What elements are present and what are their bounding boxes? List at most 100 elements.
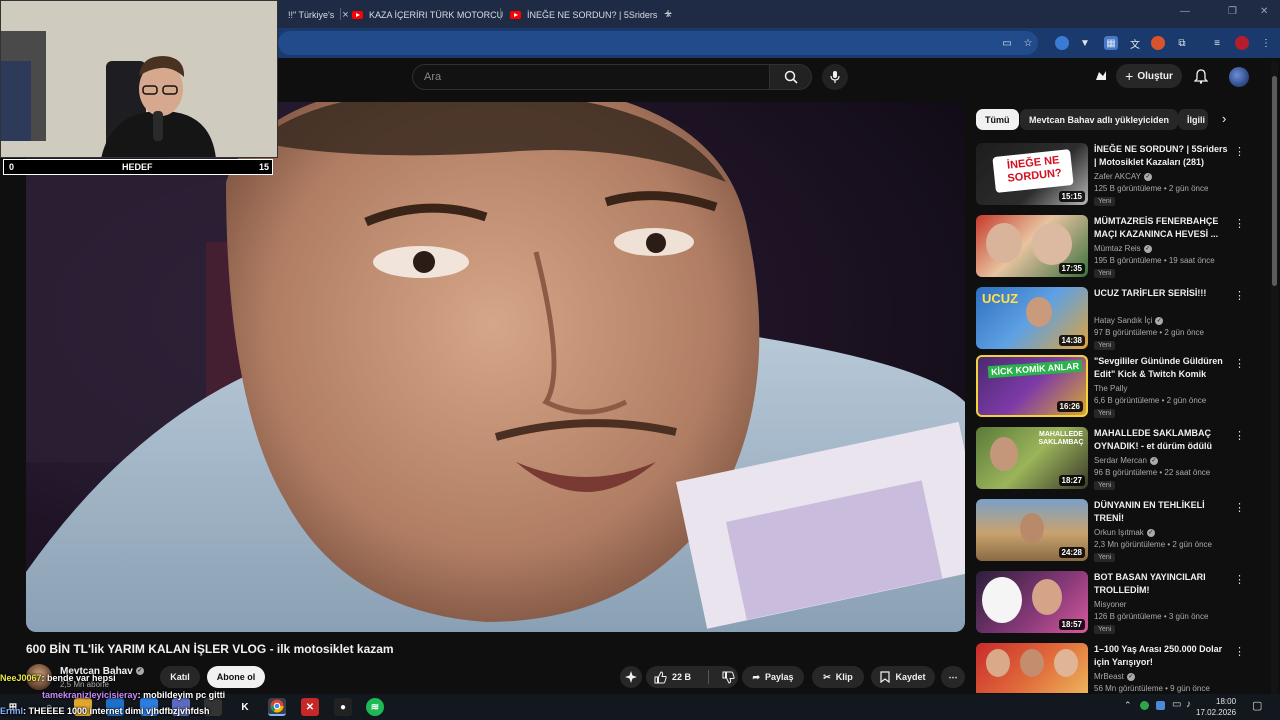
video-thumbnail[interactable]: 24:28 — [976, 499, 1088, 561]
video-thumbnail[interactable]: UCUZ 14:38 — [976, 287, 1088, 349]
browser-tab[interactable]: İNEĞE NE SORDUN? | 5Sriders × — [502, 4, 680, 26]
notification-center-icon[interactable]: ▢ — [1252, 699, 1262, 712]
youtube-favicon-icon — [352, 11, 363, 19]
tray-chevron-icon[interactable]: ⌃ — [1124, 700, 1132, 711]
close-window-button[interactable]: ✕ — [1260, 6, 1268, 17]
share-button[interactable]: ➦ Paylaş — [742, 666, 804, 688]
chip-all[interactable]: Tümü — [976, 109, 1019, 130]
chat-message: NeeJ0067: bende var hepsi — [0, 673, 116, 683]
video-thumbnail[interactable]: KİCK KOMİK ANLAR 16:26 — [976, 355, 1088, 417]
chat-text: : THEEEE 1000 internet dimi vjhdfbzjvhfd… — [23, 706, 210, 716]
profile-icon[interactable] — [1235, 36, 1249, 50]
video-thumbnail[interactable]: MAHALLEDE SAKLAMBAÇ 18:27 — [976, 427, 1088, 489]
channel-name[interactable]: Zafer AKCAY ✓ — [1094, 172, 1152, 181]
channel-name[interactable]: The Pally — [1094, 384, 1127, 393]
sparkle-icon — [625, 671, 637, 683]
menu-icon[interactable]: ⋮ — [1259, 36, 1273, 50]
channel-name[interactable]: Misyoner — [1094, 600, 1126, 609]
video-title[interactable]: MAHALLEDE SAKLAMBAÇ OYNADIK! - et dürüm … — [1094, 427, 1232, 453]
chevron-right-icon[interactable]: › — [1222, 111, 1226, 126]
maximize-button[interactable]: ❐ — [1228, 6, 1237, 17]
create-button[interactable]: + Oluştur — [1116, 64, 1182, 88]
video-title[interactable]: BOT BASAN YAYINCILARI TROLLEDİM! — [1094, 571, 1232, 597]
search-button[interactable] — [770, 64, 812, 90]
recommendation-item[interactable]: 1–100 Yaş Arası 250.000 Dolar için Yarış… — [976, 643, 1246, 693]
verified-icon: ✓ — [1143, 172, 1152, 181]
like-button[interactable]: 22 B — [654, 670, 691, 684]
browser-tab[interactable]: KAZA İÇERİRI TÜRK MOTORCU × — [344, 4, 526, 26]
clip-button[interactable]: ✂ Klip — [812, 666, 864, 688]
video-thumbnail[interactable] — [976, 643, 1088, 693]
extension-icon[interactable] — [1151, 36, 1165, 50]
kick-icon[interactable]: K — [236, 698, 254, 716]
bookmark-star-icon[interactable]: ☆ — [1021, 36, 1035, 50]
dislike-button[interactable] — [722, 671, 735, 684]
subscribe-button[interactable]: Abone ol — [207, 666, 265, 688]
spotify-icon[interactable]: ≋ — [366, 698, 384, 716]
media-icon[interactable]: ≡ — [1210, 36, 1224, 50]
channel-name[interactable]: Mümtaz Reis ✓ — [1094, 244, 1152, 253]
video-title[interactable]: 1–100 Yaş Arası 250.000 Dolar için Yarış… — [1094, 643, 1232, 669]
clock-time: 18:00 — [1216, 697, 1237, 706]
save-button[interactable]: Kaydet — [871, 666, 935, 688]
video-player[interactable] — [26, 102, 965, 632]
recommendation-item[interactable]: KİCK KOMİK ANLAR 16:26 "Sevgililer Günün… — [976, 355, 1246, 419]
recommendation-item[interactable]: MAHALLEDE SAKLAMBAÇ 18:27 MAHALLEDE SAKL… — [976, 427, 1246, 491]
video-thumbnail[interactable]: 18:57 — [976, 571, 1088, 633]
video-title[interactable]: DÜNYANIN EN TEHLİKELİ TRENİ! — [1094, 499, 1232, 525]
page-scrollbar[interactable] — [1271, 62, 1278, 702]
chip-from-uploader[interactable]: Mevtcan Bahav adlı yükleyiciden — [1020, 109, 1179, 130]
install-icon[interactable]: ▭ — [1000, 36, 1014, 50]
more-options-icon[interactable]: ⋮ — [1234, 429, 1245, 443]
recommendation-item[interactable]: 18:57 BOT BASAN YAYINCILARI TROLLEDİM! M… — [976, 571, 1246, 635]
more-options-icon[interactable]: ⋮ — [1234, 573, 1245, 587]
extension-icon[interactable]: ▦ — [1104, 36, 1118, 50]
address-bar[interactable] — [278, 31, 1038, 55]
join-button[interactable]: Katıl — [160, 666, 200, 688]
volume-icon[interactable]: ♪ — [1186, 699, 1191, 710]
video-meta: 126 B görüntüleme • 3 gün önce — [1094, 612, 1209, 621]
video-title[interactable]: İNEĞE NE SORDUN? | 5Sriders | Motosiklet… — [1094, 143, 1232, 169]
chrome-icon[interactable] — [268, 698, 286, 716]
more-actions-button[interactable]: ⋯ — [941, 666, 965, 688]
puzzle-icon[interactable]: ⧉ — [1175, 36, 1189, 50]
tray-app-icon[interactable] — [1140, 701, 1149, 710]
video-title[interactable]: UCUZ TARİFLER SERİSİ!!! — [1094, 287, 1232, 300]
scrollbar-thumb[interactable] — [1272, 76, 1277, 286]
more-options-icon[interactable]: ⋮ — [1234, 289, 1245, 303]
recommendation-item[interactable]: UCUZ 14:38 UCUZ TARİFLER SERİSİ!!! Hatay… — [976, 287, 1246, 351]
video-title[interactable]: "Sevgililer Gününde Güldüren Edit" Kick … — [1094, 355, 1232, 381]
extension-icon[interactable]: ▼ — [1078, 36, 1092, 50]
video-title[interactable]: MÜMTAZREİS FENERBAHÇE MAÇI KAZANINCA HEV… — [1094, 215, 1232, 241]
translate-icon[interactable]: 文 — [1128, 36, 1142, 51]
recommendation-item[interactable]: 17:35 MÜMTAZREİS FENERBAHÇE MAÇI KAZANIN… — [976, 215, 1246, 279]
obs-icon[interactable]: ● — [334, 698, 352, 716]
video-thumbnail[interactable]: 17:35 — [976, 215, 1088, 277]
extension-icon[interactable] — [1055, 36, 1069, 50]
new-tab-button[interactable]: + — [664, 5, 672, 21]
tray-app-icon[interactable] — [1156, 701, 1165, 710]
notifications-icon[interactable] — [1191, 66, 1211, 86]
more-options-icon[interactable]: ⋮ — [1234, 217, 1245, 231]
more-options-icon[interactable]: ⋮ — [1234, 645, 1245, 659]
more-options-icon[interactable]: ⋮ — [1234, 145, 1245, 159]
recommendation-item[interactable]: İNEĞE NE SORDUN? 15:15 İNEĞE NE SORDUN? … — [976, 143, 1246, 207]
channel-name[interactable]: MrBeast ✓ — [1094, 672, 1135, 681]
chip-related[interactable]: İlgili — [1178, 109, 1208, 130]
more-options-icon[interactable]: ⋮ — [1234, 357, 1245, 371]
recommendation-item[interactable]: 24:28 DÜNYANIN EN TEHLİKELİ TRENİ! Orkun… — [976, 499, 1246, 563]
app-icon[interactable]: ✕ — [301, 698, 319, 716]
channel-name[interactable]: Orkun Işıtmak ✓ — [1094, 528, 1155, 537]
channel-name[interactable]: Hatay Sandık İçi ✓ — [1094, 316, 1164, 325]
channel-name[interactable]: Serdar Mercan ✓ — [1094, 456, 1158, 465]
system-clock[interactable]: 18:00 17.02.2026 — [1196, 696, 1236, 718]
account-avatar[interactable] — [1229, 67, 1249, 87]
ask-button[interactable] — [620, 666, 642, 688]
search-input[interactable]: Ara — [412, 64, 770, 90]
premium-icon[interactable] — [1091, 66, 1111, 86]
video-thumbnail[interactable]: İNEĞE NE SORDUN? 15:15 — [976, 143, 1088, 205]
network-icon[interactable]: ▭ — [1172, 699, 1181, 710]
more-options-icon[interactable]: ⋮ — [1234, 501, 1245, 515]
minimize-button[interactable]: — — [1180, 6, 1190, 17]
voice-search-button[interactable] — [822, 64, 848, 90]
